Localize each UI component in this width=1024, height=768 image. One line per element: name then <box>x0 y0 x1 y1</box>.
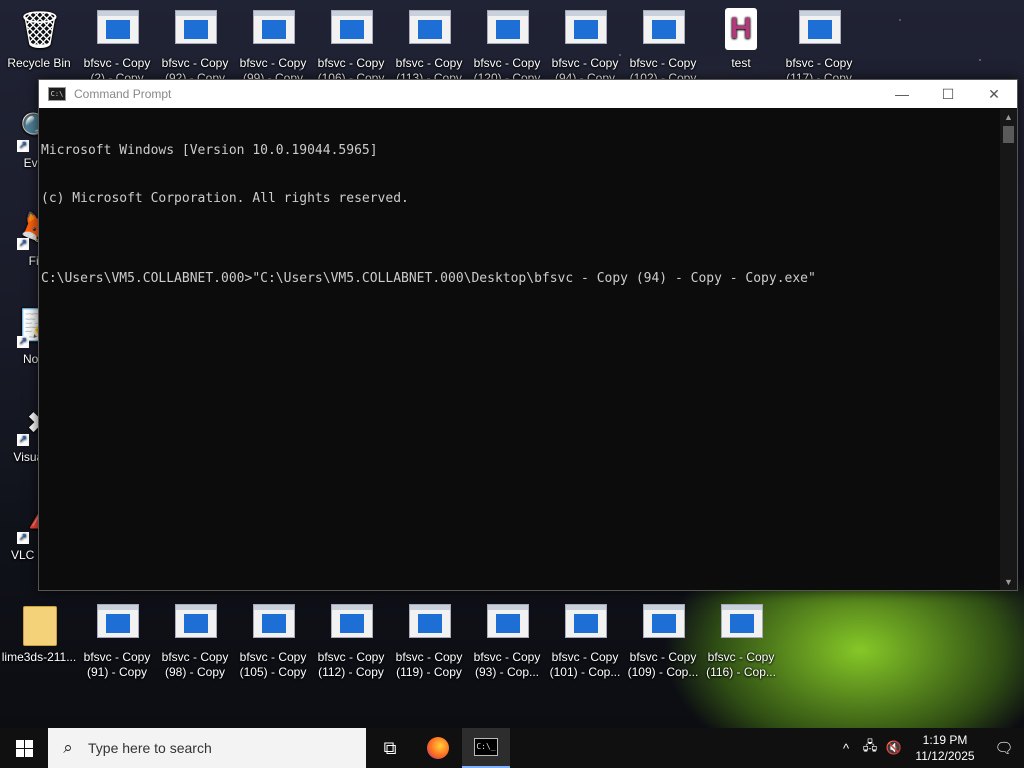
chevron-up-icon[interactable]: ^ <box>834 741 858 756</box>
desktop-icon[interactable]: bfsvc - Copy (2) - Copy <box>78 8 156 86</box>
desktop-icon[interactable]: bfsvc - Copy (117) - Copy <box>780 8 858 86</box>
app-exe-icon <box>95 602 139 646</box>
app-exe-icon <box>251 8 295 52</box>
window-title: Command Prompt <box>74 87 172 101</box>
app-exe-icon <box>95 8 139 52</box>
desktop-icon-label: bfsvc - Copy (93) - Cop... <box>473 650 541 679</box>
desktop-icon[interactable]: bfsvc - Copy (93) - Cop... <box>468 602 546 680</box>
scroll-thumb[interactable] <box>1003 126 1014 143</box>
vertical-scrollbar[interactable]: ▲ ▼ <box>1000 109 1017 590</box>
desktop-icon-label: bfsvc - Copy (119) - Copy <box>395 650 463 679</box>
clock-date: 11/12/2025 <box>915 749 975 763</box>
desktop-icon-label: bfsvc - Copy (98) - Copy <box>161 650 229 679</box>
search-placeholder: Type here to search <box>88 740 212 756</box>
start-button[interactable] <box>0 728 48 768</box>
app-exe-icon <box>485 602 529 646</box>
cmd-app-icon: C:\ <box>48 87 66 101</box>
windows-logo-icon <box>15 739 33 757</box>
cmd-taskbar-button[interactable]: C:\_ <box>462 728 510 768</box>
desktop-icon[interactable]: bfsvc - Copy (102) - Copy <box>624 8 702 86</box>
volume-muted-icon[interactable]: 🔇 <box>882 740 906 756</box>
desktop-icon[interactable]: lime3ds-211... <box>0 602 78 665</box>
desktop-icon[interactable]: bfsvc - Copy (113) - Copy <box>390 8 468 86</box>
task-view-button[interactable]: ⧉ <box>366 728 414 768</box>
desktop-icon-label: bfsvc - Copy (112) - Copy <box>317 650 385 679</box>
firefox-icon <box>427 737 449 759</box>
desktop-icon-label: lime3ds-211... <box>1 650 77 664</box>
app-exe-icon <box>173 602 217 646</box>
app-exe-icon <box>407 602 451 646</box>
task-view-icon: ⧉ <box>383 737 397 758</box>
desktop-icon[interactable]: Htest <box>702 8 780 71</box>
app-exe-icon <box>797 8 841 52</box>
desktop-icon-label: bfsvc - Copy (91) - Copy <box>83 650 151 679</box>
desktop-icon-label: test <box>731 56 751 70</box>
app-exe-icon <box>173 8 217 52</box>
desktop-icon-label: Recycle Bin <box>7 56 71 70</box>
app-exe-icon <box>251 602 295 646</box>
console-line: C:\Users\VM5.COLLABNET.000>"C:\Users\VM5… <box>41 271 816 286</box>
app-exe-icon <box>485 8 529 52</box>
system-tray: ^ 🖧 🔇 1:19 PM 11/12/2025 🗨 <box>834 728 1024 768</box>
scroll-down-arrow-icon[interactable]: ▼ <box>1000 574 1017 590</box>
recycle-bin-icon: 🗑 <box>17 9 63 50</box>
desktop-icon[interactable]: bfsvc - Copy (91) - Copy <box>78 602 156 680</box>
app-exe-icon <box>329 8 373 52</box>
app-exe-icon <box>563 8 607 52</box>
firefox-taskbar-button[interactable] <box>414 728 462 768</box>
desktop-icon-label: bfsvc - Copy (116) - Cop... <box>706 650 776 679</box>
command-prompt-window[interactable]: C:\ Command Prompt — ☐ ✕ Microsoft Windo… <box>38 79 1018 591</box>
desktop-icon[interactable]: bfsvc - Copy (106) - Copy <box>312 8 390 86</box>
app-exe-icon <box>641 8 685 52</box>
desktop-icon[interactable]: bfsvc - Copy (98) - Copy <box>156 602 234 680</box>
taskbar: ⌕ Type here to search ⧉ C:\_ ^ 🖧 🔇 1:19 … <box>0 728 1024 768</box>
console-output[interactable]: Microsoft Windows [Version 10.0.19044.59… <box>39 109 1000 590</box>
maximize-button[interactable]: ☐ <box>925 80 971 108</box>
window-titlebar[interactable]: C:\ Command Prompt — ☐ ✕ <box>39 80 1017 108</box>
desktop-icon-label: bfsvc - Copy (105) - Copy <box>239 650 307 679</box>
app-exe-icon <box>563 602 607 646</box>
console-line: (c) Microsoft Corporation. All rights re… <box>41 191 409 206</box>
clock-time: 1:19 PM <box>922 733 968 747</box>
console-line: Microsoft Windows [Version 10.0.19044.59… <box>41 143 378 158</box>
h-document-icon: H <box>719 8 763 52</box>
notification-center-icon[interactable]: 🗨 <box>984 739 1024 757</box>
clock[interactable]: 1:19 PM 11/12/2025 <box>906 732 984 764</box>
minimize-button[interactable]: — <box>879 80 925 108</box>
search-icon: ⌕ <box>63 738 73 757</box>
zip-folder-icon <box>17 602 61 646</box>
desktop-icon[interactable]: bfsvc - Copy (101) - Cop... <box>546 602 624 680</box>
app-exe-icon <box>719 602 763 646</box>
network-icon[interactable]: 🖧 <box>858 737 882 759</box>
desktop-icon[interactable]: bfsvc - Copy (99) - Copy <box>234 8 312 86</box>
close-button[interactable]: ✕ <box>971 80 1017 108</box>
desktop-icon[interactable]: bfsvc - Copy (119) - Copy <box>390 602 468 680</box>
desktop-icon[interactable]: bfsvc - Copy (92) - Copy <box>156 8 234 86</box>
desktop-icon[interactable]: bfsvc - Copy (109) - Cop... <box>624 602 702 680</box>
app-exe-icon <box>329 602 373 646</box>
desktop-icon[interactable]: bfsvc - Copy (116) - Cop... <box>702 602 780 680</box>
desktop-icon[interactable]: bfsvc - Copy (105) - Copy <box>234 602 312 680</box>
desktop-icon[interactable]: bfsvc - Copy (94) - Copy <box>546 8 624 86</box>
cmd-icon: C:\_ <box>474 738 498 756</box>
app-exe-icon <box>407 8 451 52</box>
search-box[interactable]: ⌕ Type here to search <box>48 728 366 768</box>
desktop-icon[interactable]: 🗑 Recycle Bin <box>0 8 78 71</box>
desktop-icon[interactable]: bfsvc - Copy (120) - Copy <box>468 8 546 86</box>
scroll-up-arrow-icon[interactable]: ▲ <box>1000 109 1017 125</box>
desktop-icon[interactable]: bfsvc - Copy (112) - Copy <box>312 602 390 680</box>
desktop-icon-label: bfsvc - Copy (101) - Cop... <box>549 650 621 679</box>
app-exe-icon <box>641 602 685 646</box>
desktop-icon-label: bfsvc - Copy (109) - Cop... <box>627 650 699 679</box>
